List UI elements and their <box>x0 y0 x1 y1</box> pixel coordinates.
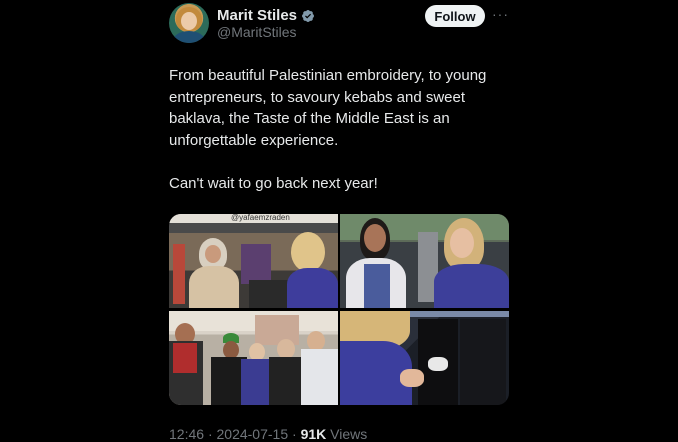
avatar[interactable] <box>169 3 209 43</box>
follow-button[interactable]: Follow <box>425 5 485 27</box>
views-label: Views <box>330 426 368 442</box>
media-photo-3[interactable] <box>169 311 338 405</box>
tweet-paragraph: From beautiful Palestinian embroidery, t… <box>169 67 487 149</box>
separator: · <box>292 426 297 442</box>
more-options-icon[interactable]: ··· <box>492 4 508 24</box>
verified-badge-icon <box>302 9 315 22</box>
avatar-body <box>173 31 205 43</box>
avatar-face <box>181 12 197 30</box>
tweet-date: 2024-07-15 <box>216 426 289 442</box>
tweet: Marit Stiles @MaritStiles Follow ··· Fro… <box>0 0 678 442</box>
author-handle[interactable]: @MaritStiles <box>217 24 297 40</box>
tweet-text: From beautiful Palestinian embroidery, t… <box>169 65 514 194</box>
tweet-time: 12:46 <box>169 426 205 442</box>
separator: · <box>207 426 213 442</box>
tweet-paragraph: Can't wait to go back next year! <box>169 174 378 192</box>
views-count: 91K <box>300 426 327 442</box>
photo-sign-text: @yafaemzraden <box>231 214 290 222</box>
media-photo-2[interactable] <box>340 214 509 308</box>
tweet-timestamp[interactable]: 12:46 · 2024-07-15 · 91K Views <box>169 426 367 442</box>
media-photo-1[interactable]: @yafaemzraden <box>169 214 338 308</box>
author-display-name[interactable]: Marit Stiles <box>217 7 297 24</box>
author-name-row: Marit Stiles <box>217 7 315 24</box>
media-photo-4[interactable] <box>340 311 509 405</box>
media-grid: @yafaemzraden <box>169 214 509 405</box>
